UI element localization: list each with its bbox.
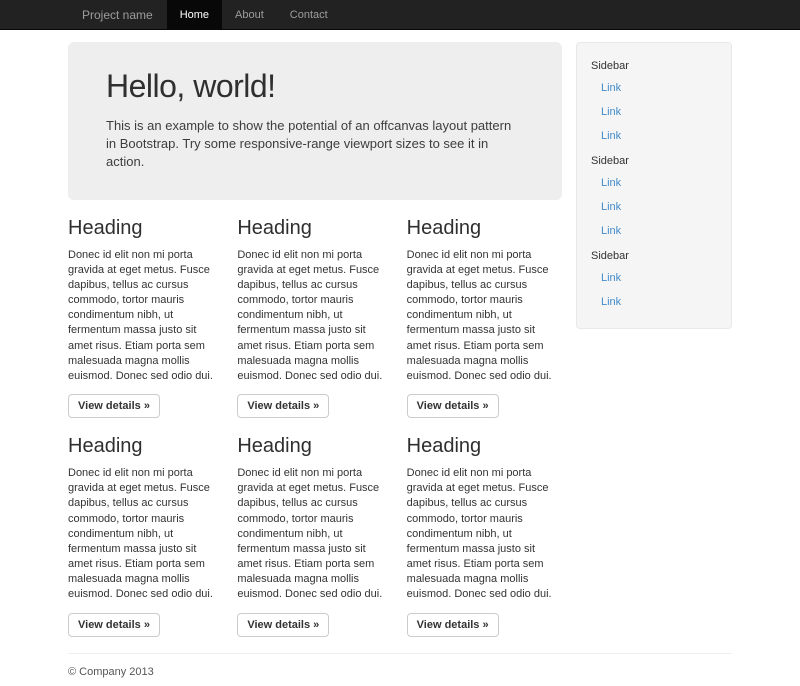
sidebar-group-title: Sidebar — [577, 53, 731, 76]
sidebar-column: Sidebar Link Link Link Sidebar Link Link… — [576, 30, 732, 329]
page-container: Hello, world! This is an example to show… — [68, 30, 732, 686]
card-title: Heading — [237, 435, 392, 458]
sidebar-link[interactable]: Link — [577, 171, 731, 195]
sidebar-link[interactable]: Link — [577, 290, 731, 314]
view-details-button[interactable]: View details » — [407, 394, 499, 418]
card-body-text: Donec id elit non mi porta gravida at eg… — [407, 466, 562, 603]
view-details-button[interactable]: View details » — [68, 613, 160, 637]
card-body-text: Donec id elit non mi porta gravida at eg… — [237, 466, 392, 603]
card-body-text: Donec id elit non mi porta gravida at eg… — [237, 248, 392, 385]
sidebar-group: Sidebar Link Link Link — [577, 53, 731, 148]
navbar-container: Project name Home About Contact — [68, 0, 732, 29]
content-row: Hello, world! This is an example to show… — [68, 30, 732, 637]
card-title: Heading — [237, 217, 392, 240]
top-navbar: Project name Home About Contact — [0, 0, 800, 30]
sidebar-link[interactable]: Link — [577, 195, 731, 219]
sidebar-link[interactable]: Link — [577, 76, 731, 100]
view-details-button[interactable]: View details » — [407, 613, 499, 637]
feature-card: Heading Donec id elit non mi porta gravi… — [237, 200, 392, 419]
card-body-text: Donec id elit non mi porta gravida at eg… — [68, 248, 223, 385]
jumbotron: Hello, world! This is an example to show… — [68, 42, 562, 200]
nav-item-home[interactable]: Home — [167, 0, 222, 30]
sidebar: Sidebar Link Link Link Sidebar Link Link… — [576, 42, 732, 329]
sidebar-group: Sidebar Link Link Link — [577, 148, 731, 243]
view-details-button[interactable]: View details » — [237, 613, 329, 637]
view-details-button[interactable]: View details » — [68, 394, 160, 418]
view-details-button[interactable]: View details » — [237, 394, 329, 418]
feature-card: Heading Donec id elit non mi porta gravi… — [68, 418, 223, 637]
sidebar-link[interactable]: Link — [577, 124, 731, 148]
main-content: Hello, world! This is an example to show… — [68, 30, 562, 637]
footer: © Company 2013 — [68, 653, 732, 686]
sidebar-link[interactable]: Link — [577, 100, 731, 124]
jumbotron-text: This is an example to show the potential… — [106, 117, 524, 172]
navbar-nav: Home About Contact — [167, 0, 341, 29]
card-body-text: Donec id elit non mi porta gravida at eg… — [407, 248, 562, 385]
sidebar-link[interactable]: Link — [577, 219, 731, 243]
feature-card: Heading Donec id elit non mi porta gravi… — [407, 418, 562, 637]
card-title: Heading — [407, 217, 562, 240]
feature-cards-row-2: Heading Donec id elit non mi porta gravi… — [68, 418, 562, 637]
sidebar-group-title: Sidebar — [577, 243, 731, 266]
feature-cards-row-1: Heading Donec id elit non mi porta gravi… — [68, 200, 562, 419]
feature-card: Heading Donec id elit non mi porta gravi… — [237, 418, 392, 637]
card-body-text: Donec id elit non mi porta gravida at eg… — [68, 466, 223, 603]
sidebar-link[interactable]: Link — [577, 266, 731, 290]
copyright-text: © Company 2013 — [68, 666, 732, 678]
navbar-brand[interactable]: Project name — [68, 0, 167, 29]
sidebar-group-title: Sidebar — [577, 148, 731, 171]
nav-item-contact[interactable]: Contact — [277, 0, 341, 30]
card-title: Heading — [407, 435, 562, 458]
card-title: Heading — [68, 217, 223, 240]
feature-card: Heading Donec id elit non mi porta gravi… — [407, 200, 562, 419]
sidebar-group: Sidebar Link Link — [577, 243, 731, 314]
nav-item-about[interactable]: About — [222, 0, 277, 30]
card-title: Heading — [68, 435, 223, 458]
feature-card: Heading Donec id elit non mi porta gravi… — [68, 200, 223, 419]
jumbotron-title: Hello, world! — [106, 68, 524, 105]
